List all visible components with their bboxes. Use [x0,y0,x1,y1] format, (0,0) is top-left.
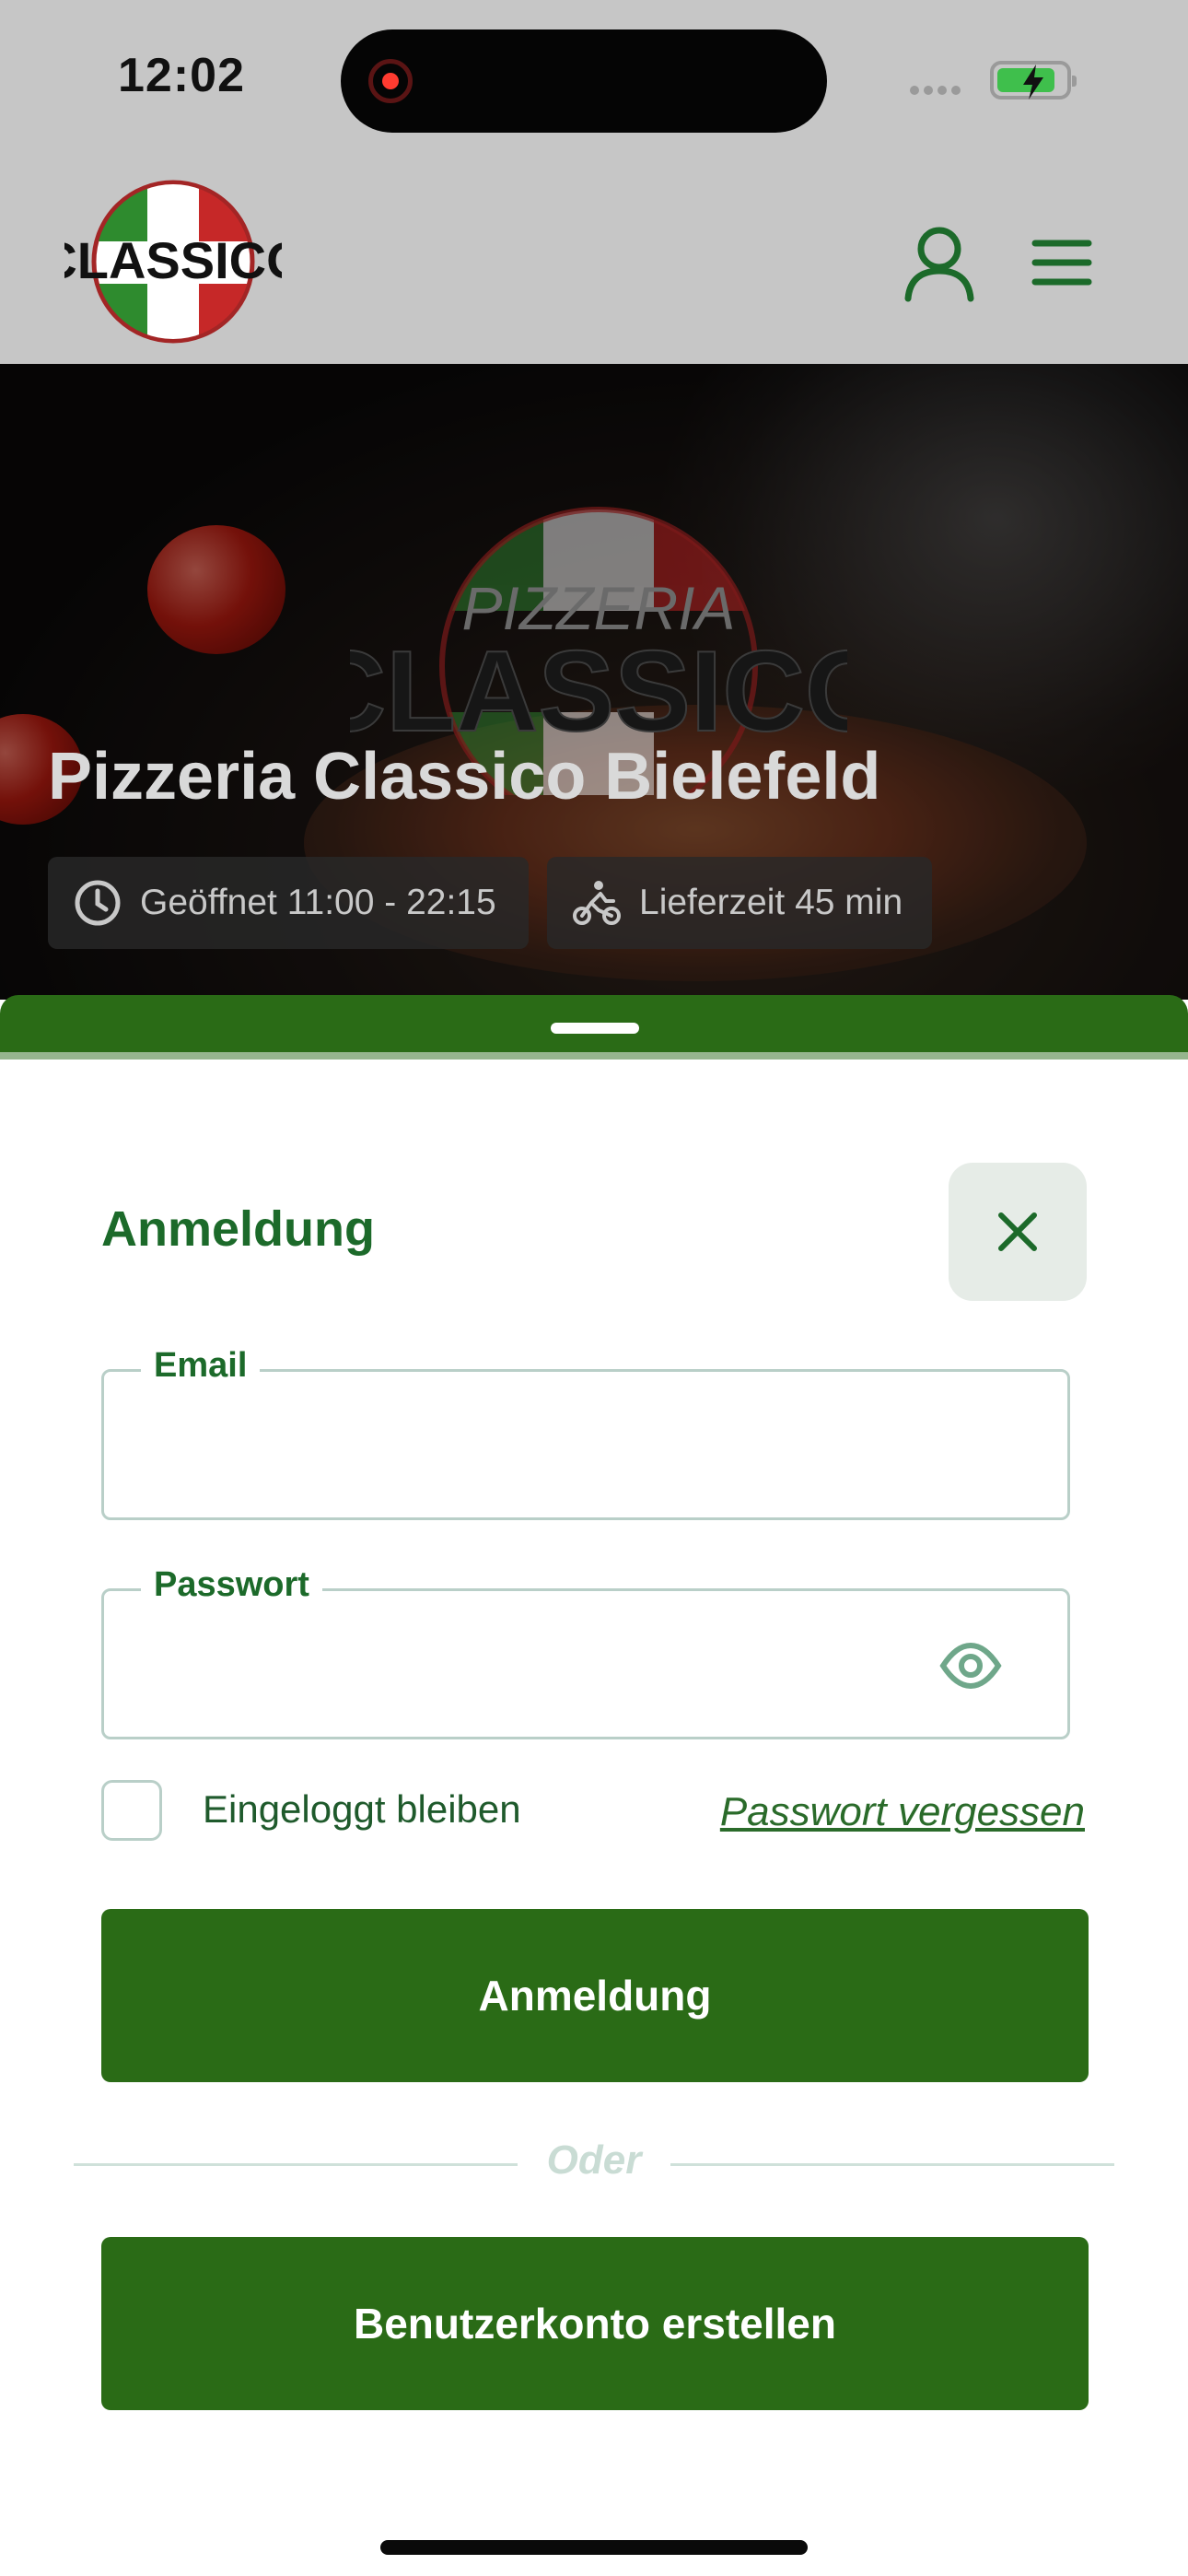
delivery-time-text: Lieferzeit 45 min [639,883,903,922]
delivery-time-badge: Lieferzeit 45 min [547,857,932,949]
stay-logged-in-label[interactable]: Eingeloggt bleiben [203,1787,521,1832]
email-label: Email [141,1346,261,1386]
opening-hours-badge: Geöffnet 11:00 - 22:15 [48,857,529,949]
password-field[interactable]: Passwort [101,1565,1070,1739]
signal-icon [910,83,974,95]
password-label: Passwort [141,1565,322,1605]
battery-charging-icon [990,61,1077,100]
restaurant-hero-banner: PIZZERIA CLASSICO Pizzeria Classico Biel… [0,364,1188,1000]
email-input[interactable] [132,1399,927,1493]
email-field[interactable]: Email [101,1346,1070,1520]
show-password-eye-icon[interactable] [938,1633,1003,1698]
login-title: Anmeldung [101,1201,375,1257]
classico-logo[interactable]: CLASSICO [64,179,282,345]
logo-text: CLASSICO [64,231,282,289]
close-icon [998,1212,1037,1251]
recording-indicator-icon [368,59,413,103]
divider-left [74,2163,518,2166]
dynamic-island [341,29,827,133]
divider-or-text: Oder [546,2137,642,2183]
status-time: 12:02 [118,49,245,102]
sheet-grabber[interactable] [551,1023,639,1034]
forgot-password-link[interactable]: Passwort vergessen [720,1789,1085,1835]
clock-icon [75,880,121,926]
home-indicator[interactable] [380,2540,808,2555]
opening-hours-text: Geöffnet 11:00 - 22:15 [140,883,496,922]
login-button[interactable]: Anmeldung [101,1909,1089,2082]
restaurant-name: Pizzeria Classico Bielefeld [48,740,881,814]
brand-main-text: CLASSICO [350,628,847,755]
sheet-handle-bar[interactable] [0,995,1188,1060]
create-account-button[interactable]: Benutzerkonto erstellen [101,2237,1089,2410]
hamburger-menu-icon[interactable] [1030,238,1094,287]
bicycle-courier-icon [573,881,621,925]
user-account-icon[interactable] [903,225,976,302]
stay-logged-in-checkbox[interactable] [101,1780,162,1841]
app-header: 12:02 CLASSICO [0,0,1188,364]
close-button[interactable] [949,1163,1087,1301]
password-input[interactable] [132,1619,927,1713]
divider-right [670,2163,1114,2166]
